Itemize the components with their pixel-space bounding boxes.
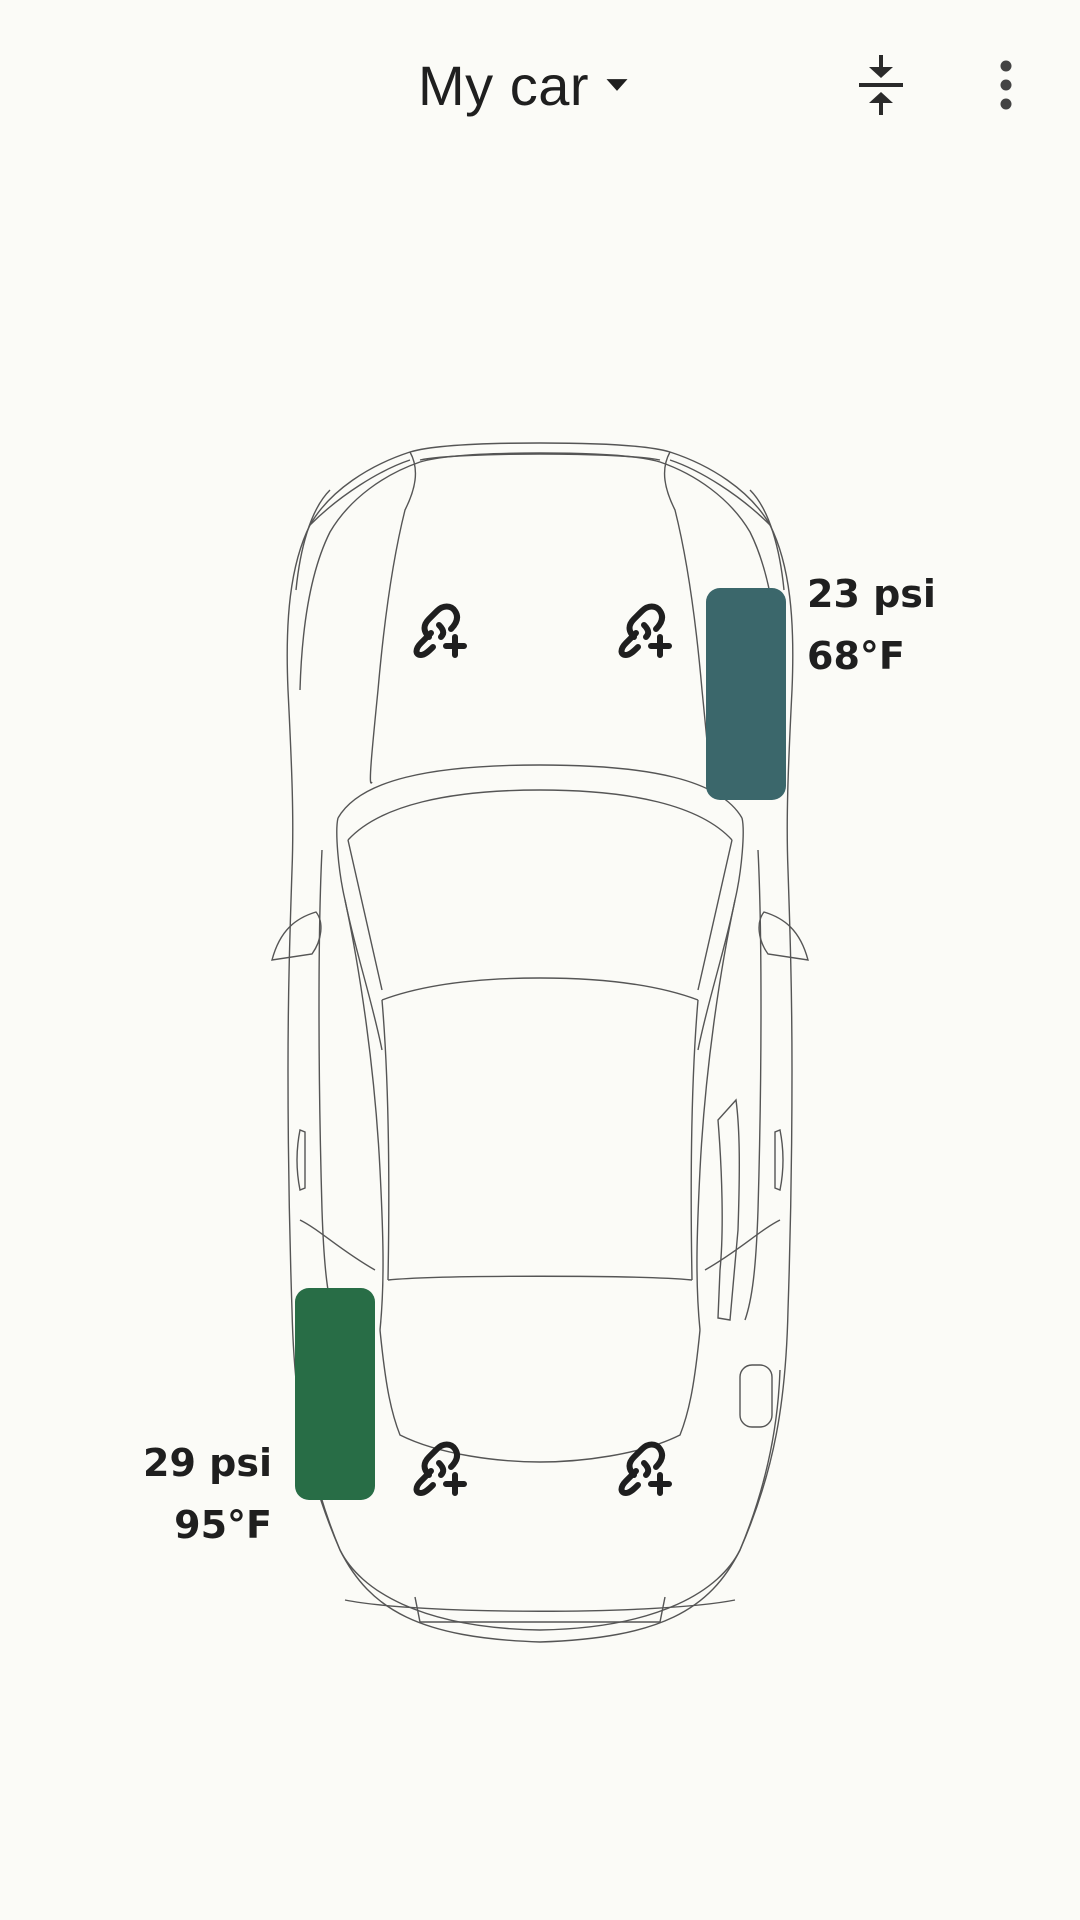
- tire-front-right[interactable]: [706, 588, 786, 800]
- link-sensor-rear-right-button[interactable]: [612, 1433, 676, 1497]
- tire-rear-left[interactable]: [295, 1288, 375, 1500]
- link-add-icon: [618, 1441, 672, 1497]
- tire-rear-left-temperature: 95°F: [174, 1503, 272, 1547]
- tire-rear-left-pressure: 29 psi: [143, 1441, 272, 1485]
- tire-front-right-pressure: 23 psi: [807, 572, 936, 616]
- car-diagram-area: 23 psi 68°F 29 psi 95°F: [0, 170, 1080, 1920]
- tire-rear-left-reading: 29 psi 95°F: [110, 1432, 272, 1556]
- tire-front-right-temperature: 68°F: [807, 634, 905, 678]
- link-sensor-front-right-button[interactable]: [612, 595, 676, 659]
- app-screen: My car 23 psi 68°F 29 psi 95°F: [0, 0, 1080, 1920]
- top-app-bar: My car: [0, 0, 1080, 170]
- more-vert-icon: [1000, 60, 1012, 110]
- vehicle-selector-dropdown[interactable]: My car: [418, 48, 631, 122]
- arrow-drop-down-icon: [606, 79, 628, 91]
- vehicle-title: My car: [418, 53, 589, 117]
- link-sensor-front-left-button[interactable]: [407, 595, 471, 659]
- more-options-button[interactable]: [970, 49, 1042, 121]
- compress-view-button[interactable]: [845, 49, 917, 121]
- link-add-icon: [618, 603, 672, 659]
- link-sensor-rear-left-button[interactable]: [407, 1433, 471, 1497]
- link-add-icon: [413, 1441, 467, 1497]
- vertical-align-center-icon: [859, 55, 903, 115]
- tire-front-right-reading: 23 psi 68°F: [807, 563, 936, 687]
- link-add-icon: [413, 603, 467, 659]
- car-top-view-illustration: [271, 442, 809, 1643]
